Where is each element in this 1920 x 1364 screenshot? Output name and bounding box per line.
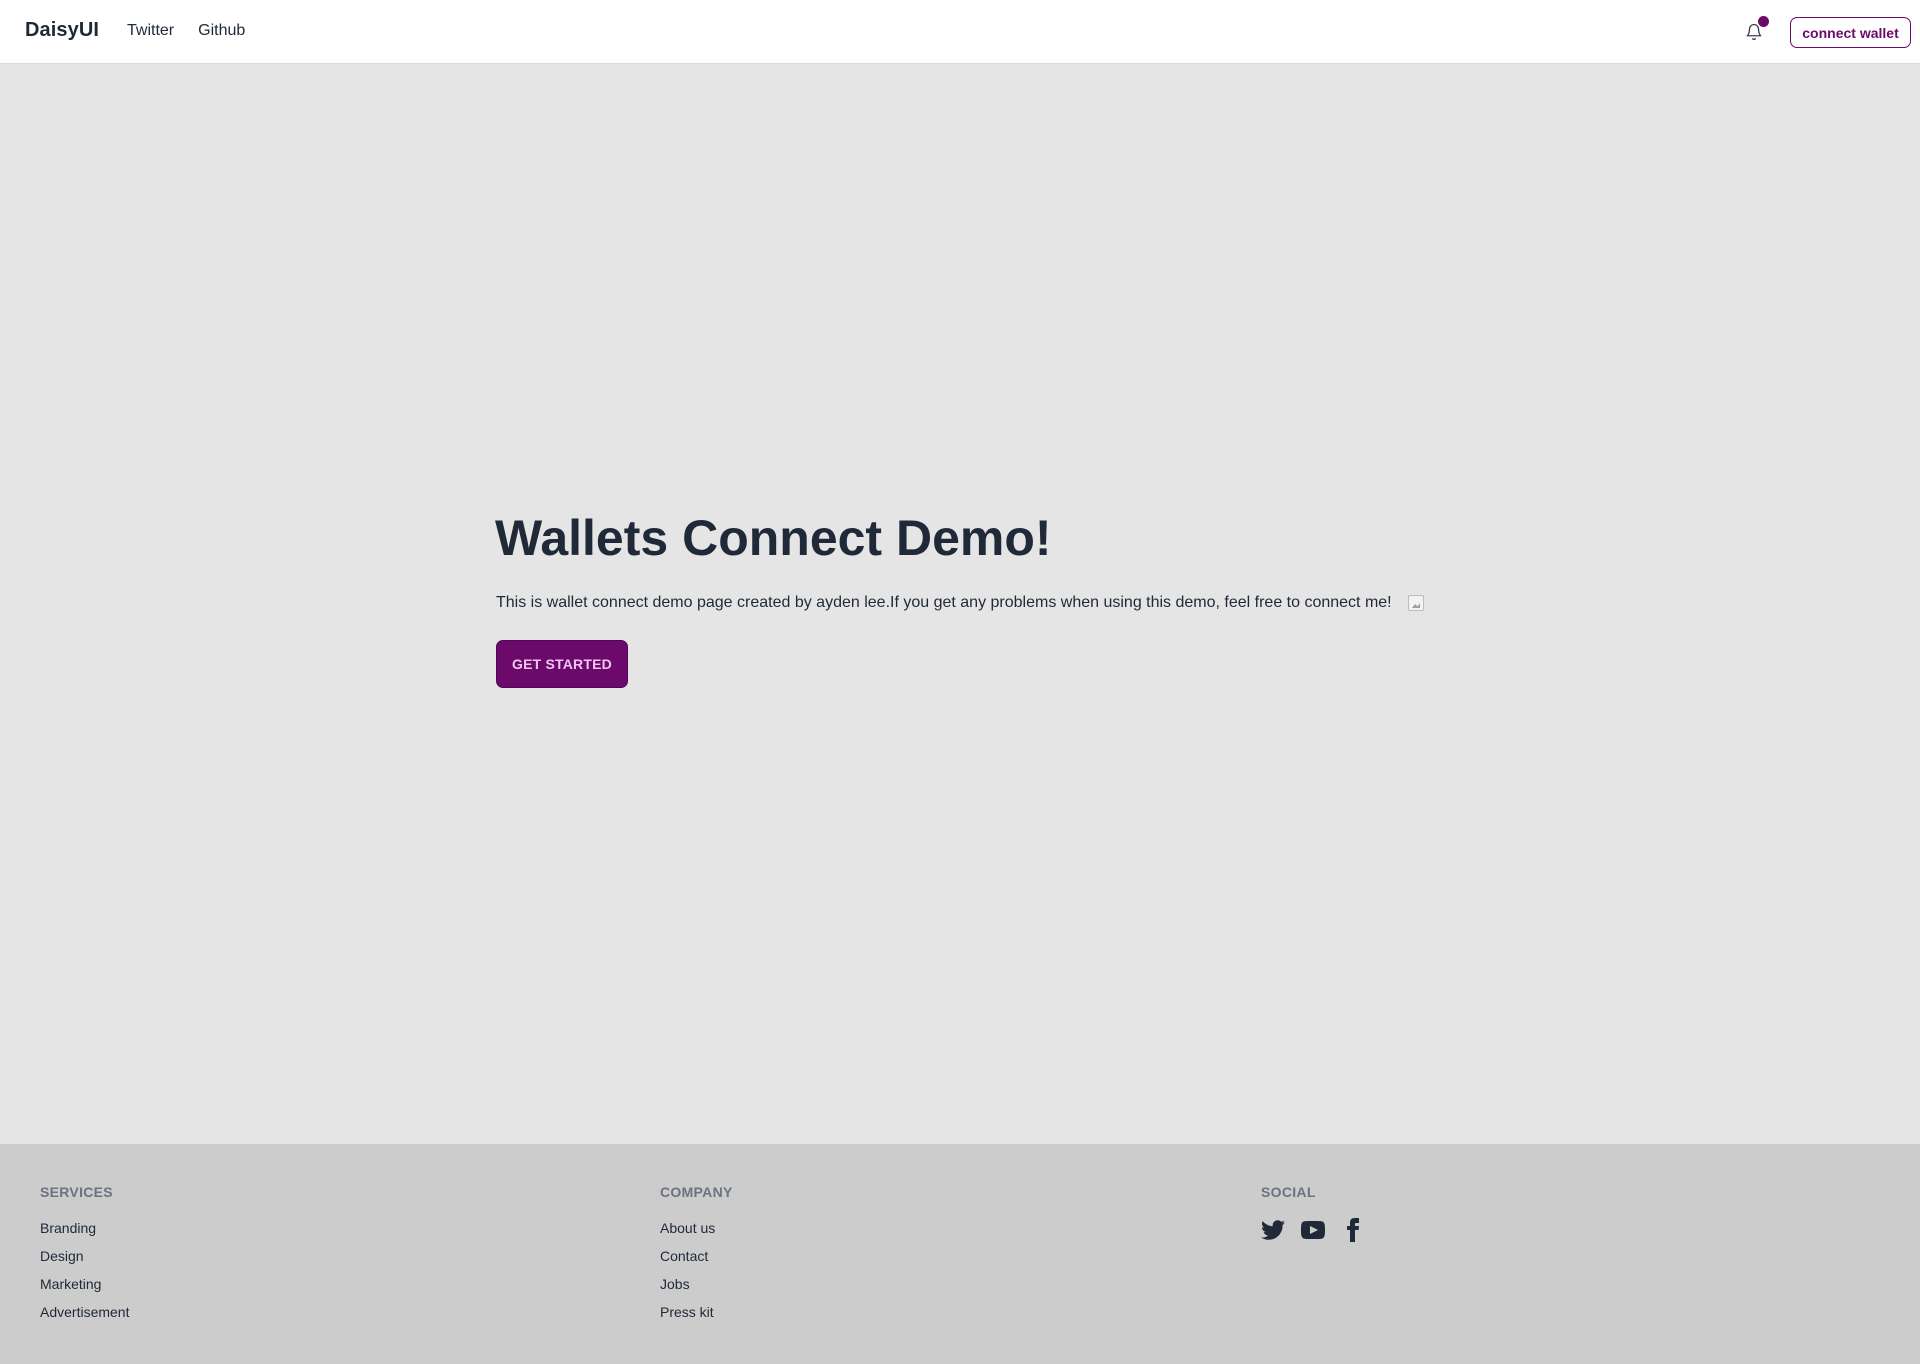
- footer-company-title: COMPANY: [660, 1184, 733, 1200]
- get-started-button[interactable]: GET STARTED: [496, 640, 628, 688]
- footer-link-contact[interactable]: Contact: [660, 1248, 733, 1276]
- youtube-icon[interactable]: [1301, 1218, 1325, 1242]
- nav-links: Twitter Github: [127, 22, 245, 40]
- footer-link-branding[interactable]: Branding: [40, 1220, 129, 1248]
- footer-link-jobs[interactable]: Jobs: [660, 1276, 733, 1304]
- nav-link-github[interactable]: Github: [198, 22, 245, 40]
- broken-image-icon: [1408, 595, 1424, 611]
- hero-description: This is wallet connect demo page created…: [496, 594, 1392, 611]
- notification-indicator: [1758, 16, 1769, 27]
- footer-social-title: SOCIAL: [1261, 1184, 1316, 1200]
- nav-link-twitter[interactable]: Twitter: [127, 22, 174, 40]
- footer-services: SERVICES Branding Design Marketing Adver…: [40, 1184, 129, 1332]
- footer-social: SOCIAL: [1261, 1184, 1365, 1242]
- navbar: DaisyUI Twitter Github connect wallet: [0, 0, 1920, 64]
- hero-title: Wallets Connect Demo!: [495, 510, 1052, 566]
- footer-link-advertisement[interactable]: Advertisement: [40, 1304, 129, 1332]
- footer-services-title: SERVICES: [40, 1184, 113, 1200]
- footer-link-about-us[interactable]: About us: [660, 1220, 733, 1248]
- connect-wallet-button[interactable]: connect wallet: [1790, 17, 1911, 48]
- social-icons: [1261, 1218, 1365, 1242]
- footer-link-design[interactable]: Design: [40, 1248, 129, 1276]
- footer-link-marketing[interactable]: Marketing: [40, 1276, 129, 1304]
- twitter-icon[interactable]: [1261, 1218, 1285, 1242]
- footer: SERVICES Branding Design Marketing Adver…: [0, 1144, 1920, 1364]
- footer-company: COMPANY About us Contact Jobs Press kit: [660, 1184, 733, 1332]
- footer-link-press-kit[interactable]: Press kit: [660, 1304, 733, 1332]
- brand-logo[interactable]: DaisyUI: [25, 19, 99, 42]
- facebook-icon[interactable]: [1341, 1218, 1365, 1242]
